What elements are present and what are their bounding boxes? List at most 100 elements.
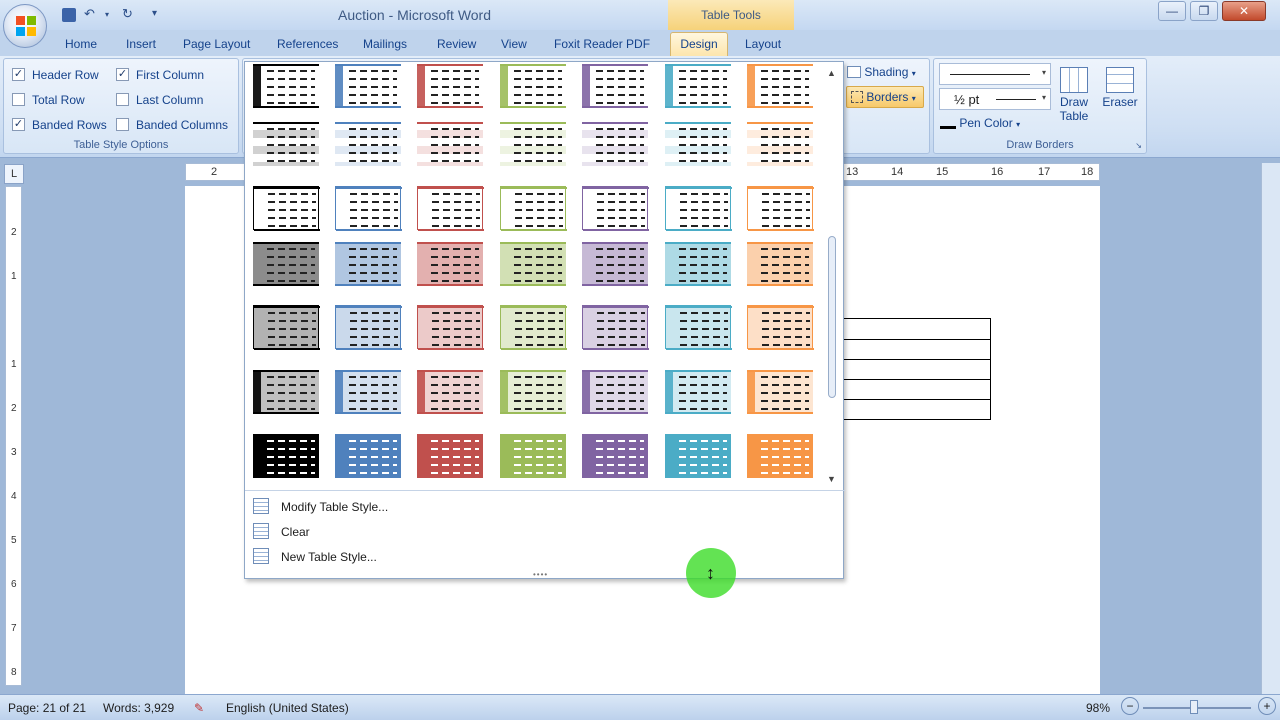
table-style-thumbnail[interactable]	[582, 122, 648, 166]
tab-insert[interactable]: Insert	[126, 37, 156, 51]
table-style-thumbnail[interactable]	[417, 434, 483, 478]
table-style-thumbnail[interactable]	[253, 305, 320, 350]
table-style-thumbnail[interactable]	[665, 434, 731, 478]
table-style-thumbnail[interactable]	[417, 242, 483, 286]
table-style-thumbnail[interactable]	[500, 434, 566, 478]
table-style-thumbnail[interactable]	[582, 434, 648, 478]
zoom-in-button[interactable]: +	[1258, 697, 1276, 715]
table-style-thumbnail[interactable]	[582, 305, 649, 350]
table-style-thumbnail[interactable]	[335, 64, 401, 108]
table-style-thumbnail[interactable]	[665, 186, 732, 231]
table-style-thumbnail[interactable]	[582, 64, 648, 108]
zoom-out-button[interactable]: −	[1121, 697, 1139, 715]
table-style-thumbnail[interactable]	[500, 122, 566, 166]
table-style-thumbnail[interactable]	[335, 305, 402, 350]
tab-references[interactable]: References	[277, 37, 338, 51]
table-style-thumbnail[interactable]	[500, 305, 567, 350]
tab-view[interactable]: View	[501, 37, 527, 51]
table-style-thumbnail[interactable]	[417, 186, 484, 231]
style-cell-line	[267, 102, 315, 104]
style-cell-line	[680, 344, 728, 346]
clear-item[interactable]: Clear	[245, 519, 843, 544]
tab-review[interactable]: Review	[437, 37, 476, 51]
redo-icon[interactable]: ↻	[122, 6, 133, 24]
scroll-up-icon[interactable]: ▲	[827, 68, 836, 78]
table-style-thumbnail[interactable]	[665, 122, 731, 166]
shading-button[interactable]: Shading ▾	[847, 65, 916, 79]
table-style-thumbnail[interactable]	[253, 242, 319, 286]
table-style-thumbnail[interactable]	[500, 242, 566, 286]
scroll-thumb[interactable]	[828, 236, 836, 398]
table-style-thumbnail[interactable]	[747, 122, 813, 166]
table-style-thumbnail[interactable]	[335, 242, 401, 286]
draw-table-button[interactable]: Draw Table	[1056, 63, 1092, 135]
undo-dropdown-icon[interactable]: ▾	[105, 10, 109, 28]
tab-mailings[interactable]: Mailings	[363, 37, 407, 51]
table-style-thumbnail[interactable]	[582, 370, 648, 414]
close-button[interactable]: ✕	[1222, 1, 1266, 21]
resize-grip-icon[interactable]: ••••	[533, 570, 548, 579]
table-style-thumbnail[interactable]	[747, 64, 813, 108]
line-weight-dropdown[interactable]: ½ pt ▾	[939, 88, 1051, 110]
document-table[interactable]	[843, 318, 991, 420]
borders-button[interactable]: Borders ▾	[846, 86, 924, 108]
table-style-thumbnail[interactable]	[253, 64, 319, 108]
table-style-thumbnail[interactable]	[747, 434, 813, 478]
table-style-gallery[interactable]: ▲ ▼ Modify Table Style... Clear New Tabl…	[244, 61, 845, 579]
table-style-thumbnail[interactable]	[665, 370, 731, 414]
table-style-thumbnail[interactable]	[747, 370, 813, 414]
table-style-thumbnail[interactable]	[335, 122, 401, 166]
table-style-thumbnail[interactable]	[500, 186, 567, 231]
table-style-thumbnail[interactable]	[747, 186, 814, 231]
proofing-icon[interactable]: ✎	[194, 701, 204, 715]
language[interactable]: English (United States)	[226, 701, 349, 715]
customize-qat-icon[interactable]: ▾	[152, 8, 157, 26]
table-style-thumbnail[interactable]	[417, 64, 483, 108]
line-style-dropdown[interactable]: ▾	[939, 63, 1051, 85]
tab-selector[interactable]: L	[4, 164, 24, 184]
table-style-thumbnail[interactable]	[417, 122, 483, 166]
word-count[interactable]: Words: 3,929	[103, 701, 174, 715]
office-button[interactable]	[3, 4, 47, 48]
tab-foxit-reader-pdf[interactable]: Foxit Reader PDF	[554, 37, 650, 51]
pen-color-button[interactable]: Pen Color ▾	[940, 116, 1020, 130]
tab-home[interactable]: Home	[65, 37, 97, 51]
table-style-thumbnail[interactable]	[253, 122, 319, 166]
table-style-thumbnail[interactable]	[335, 186, 402, 231]
vertical-ruler[interactable]: 2 1 1 2 3 4 5 6 7 8	[5, 186, 22, 686]
table-style-thumbnail[interactable]	[253, 370, 319, 414]
table-style-thumbnail[interactable]	[253, 186, 320, 231]
draw-borders-launcher-icon[interactable]: ↘	[1135, 141, 1142, 150]
table-style-thumbnail[interactable]	[500, 64, 566, 108]
tab-page-layout[interactable]: Page Layout	[183, 37, 250, 51]
zoom-level[interactable]: 98%	[1086, 701, 1110, 715]
table-style-thumbnail[interactable]	[335, 370, 401, 414]
save-icon[interactable]	[62, 8, 76, 22]
table-style-thumbnail[interactable]	[665, 242, 731, 286]
eraser-button[interactable]: Eraser	[1100, 63, 1140, 123]
modify-table-style-item[interactable]: Modify Table Style...	[245, 494, 843, 519]
minimize-button[interactable]: —	[1158, 1, 1186, 21]
page-count[interactable]: Page: 21 of 21	[8, 701, 86, 715]
table-style-thumbnail[interactable]	[747, 242, 813, 286]
table-style-thumbnail[interactable]	[582, 242, 648, 286]
table-style-thumbnail[interactable]	[665, 305, 732, 350]
table-style-thumbnail[interactable]	[747, 305, 814, 350]
vertical-scrollbar[interactable]	[1261, 163, 1280, 694]
style-cell-line	[680, 328, 728, 330]
maximize-button[interactable]: ❐	[1190, 1, 1218, 21]
table-style-thumbnail[interactable]	[417, 370, 483, 414]
table-style-thumbnail[interactable]	[665, 64, 731, 108]
undo-icon[interactable]: ↶	[84, 6, 95, 24]
table-style-thumbnail[interactable]	[253, 434, 319, 478]
table-style-thumbnail[interactable]	[335, 434, 401, 478]
tab-design[interactable]: Design	[670, 32, 728, 58]
table-style-thumbnail[interactable]	[417, 305, 484, 350]
scroll-down-icon[interactable]: ▼	[827, 474, 836, 484]
tab-layout[interactable]: Layout	[745, 37, 781, 51]
zoom-slider-thumb[interactable]	[1190, 700, 1198, 714]
new-table-style-item[interactable]: New Table Style...	[245, 544, 843, 569]
table-style-thumbnail[interactable]	[582, 186, 649, 231]
gallery-scrollbar[interactable]: ▲ ▼	[823, 66, 841, 486]
table-style-thumbnail[interactable]	[500, 370, 566, 414]
